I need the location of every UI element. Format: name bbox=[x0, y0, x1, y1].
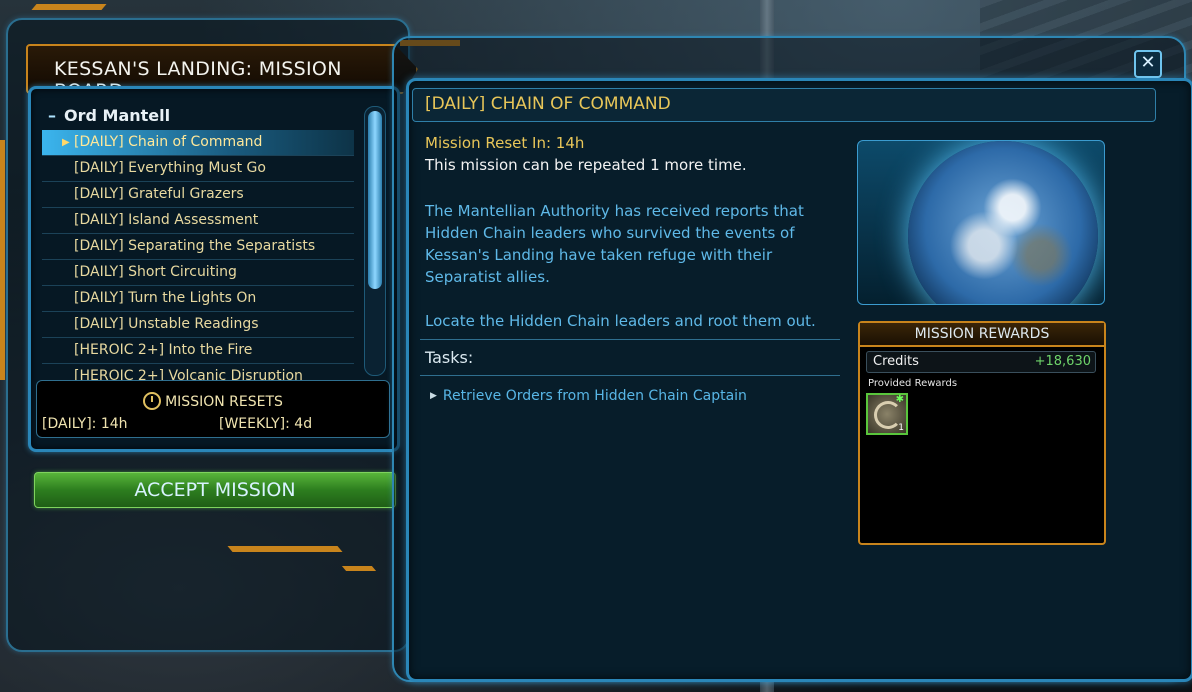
credits-label: Credits bbox=[873, 354, 919, 369]
credits-value: +18,630 bbox=[1034, 354, 1091, 369]
rewards-header: MISSION REWARDS bbox=[860, 323, 1104, 347]
planet-group-header[interactable]: – Ord Mantell bbox=[48, 106, 170, 125]
weekly-reset: [WEEKLY]: 4d bbox=[219, 416, 313, 432]
clock-icon bbox=[143, 392, 162, 410]
credits-row: Credits +18,630 bbox=[866, 351, 1096, 373]
planet-group-label: Ord Mantell bbox=[64, 106, 171, 125]
mission-repeat-count: This mission can be repeated 1 more time… bbox=[425, 156, 747, 174]
close-button[interactable]: ✕ bbox=[1134, 50, 1162, 78]
mission-list-item[interactable]: [HEROIC 2+] Into the Fire bbox=[42, 338, 354, 364]
planet-image bbox=[857, 140, 1105, 305]
task-item[interactable]: ▶ Retrieve Orders from Hidden Chain Capta… bbox=[430, 388, 747, 404]
mission-title: [DAILY] CHAIN OF COMMAND bbox=[425, 94, 671, 114]
mission-list-item[interactable]: [DAILY] Unstable Readings bbox=[42, 312, 354, 338]
mission-list-item[interactable]: [DAILY] Everything Must Go bbox=[42, 156, 354, 182]
bonus-star-icon: ✱ bbox=[895, 394, 904, 405]
divider bbox=[420, 375, 840, 376]
mission-description: The Mantellian Authority has received re… bbox=[425, 200, 845, 354]
frame-accent bbox=[341, 566, 377, 571]
mission-description-paragraph: Locate the Hidden Chain leaders and root… bbox=[425, 312, 816, 330]
mission-list-item[interactable]: [DAILY] Short Circuiting bbox=[42, 260, 354, 286]
reward-item-count: 1 bbox=[898, 423, 904, 433]
mission-list-item[interactable]: [DAILY] Grateful Grazers bbox=[42, 182, 354, 208]
resets-header: MISSION RESETS bbox=[165, 394, 283, 410]
planet-globe bbox=[908, 141, 1098, 304]
mission-title-bar: [DAILY] CHAIN OF COMMAND bbox=[412, 88, 1156, 122]
mission-rewards-box: MISSION REWARDS Credits +18,630 Provided… bbox=[858, 321, 1106, 545]
frame-accent bbox=[31, 4, 107, 10]
mission-description-paragraph: The Mantellian Authority has received re… bbox=[425, 202, 804, 286]
tasks-header: Tasks: bbox=[425, 348, 474, 367]
mission-reset-timer: Mission Reset In: 14h bbox=[425, 134, 585, 152]
mission-list: ▶ [DAILY] Chain of Command [DAILY] Everyt… bbox=[42, 130, 354, 389]
mission-list-item[interactable]: [DAILY] Separating the Separatists bbox=[42, 234, 354, 260]
frame-accent bbox=[227, 546, 343, 552]
mission-resets-box: MISSION RESETS [DAILY]: 14h [WEEKLY]: 4d bbox=[36, 380, 390, 438]
mission-list-item-chain-of-command[interactable]: ▶ [DAILY] Chain of Command bbox=[42, 130, 354, 156]
mission-list-scrollbar[interactable] bbox=[364, 106, 386, 376]
collapse-icon[interactable]: – bbox=[48, 106, 56, 125]
frame-accent bbox=[0, 140, 5, 380]
provided-rewards-label: Provided Rewards bbox=[868, 378, 958, 389]
mission-list-item[interactable]: [DAILY] Island Assessment bbox=[42, 208, 354, 234]
scrollbar-thumb[interactable] bbox=[368, 111, 382, 289]
accept-mission-button[interactable]: ACCEPT MISSION bbox=[34, 472, 396, 508]
mission-list-item[interactable]: [DAILY] Turn the Lights On bbox=[42, 286, 354, 312]
divider bbox=[420, 339, 840, 340]
selected-arrow-icon: ▶ bbox=[62, 137, 70, 148]
reward-item-slot[interactable]: ✱ 1 bbox=[866, 393, 908, 435]
expand-arrow-icon[interactable]: ▶ bbox=[430, 391, 437, 401]
daily-reset: [DAILY]: 14h bbox=[42, 416, 128, 432]
